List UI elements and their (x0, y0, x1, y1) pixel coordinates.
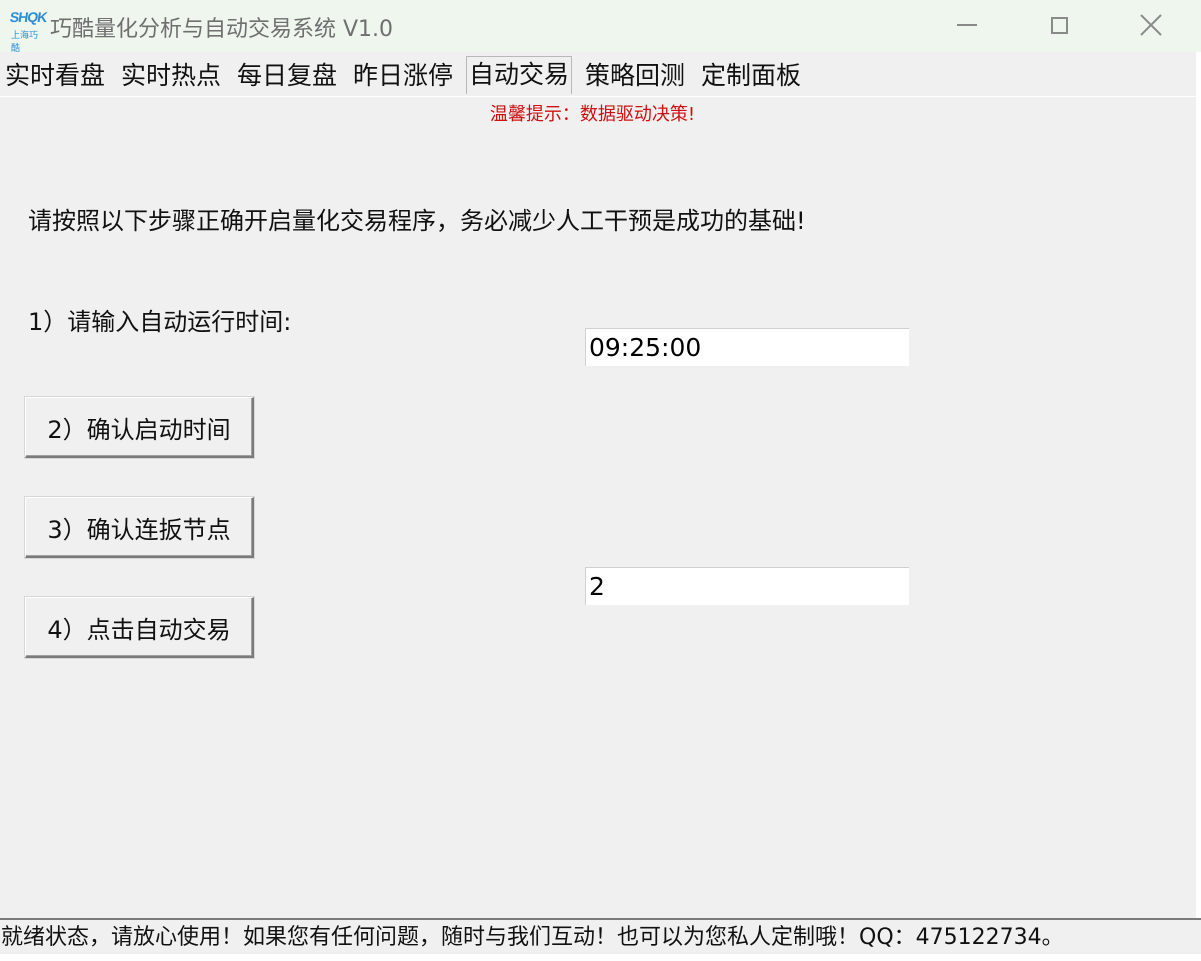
window-title: 巧酷量化分析与自动交易系统 V1.0 (50, 17, 394, 42)
confirm-start-time-button[interactable]: 2）确认启动时间 (25, 397, 254, 458)
title-bar[interactable]: SHQK 上海巧酷 巧酷量化分析与自动交易系统 V1.0 (0, 0, 1201, 53)
tab-daily-review[interactable]: 每日复盘 (235, 58, 339, 94)
tip-text: 温馨提示：数据驱动决策! (489, 104, 696, 125)
close-button[interactable] (1105, 0, 1197, 50)
instruction-text: 请按照以下步骤正确开启量化交易程序，务必减少人工干预是成功的基础! (28, 207, 806, 235)
tab-strategy-backtest[interactable]: 策略回测 (583, 58, 687, 94)
logo-subtext: 上海巧酷 (11, 30, 39, 53)
maximize-icon (1050, 16, 1068, 34)
tab-yesterday-limit-up[interactable]: 昨日涨停 (351, 58, 455, 94)
app-window: SHQK 上海巧酷 巧酷量化分析与自动交易系统 V1.0 实时看盘 实时热点 每… (0, 0, 1201, 961)
tab-bar: 实时看盘 实时热点 每日复盘 昨日涨停 自动交易 策略回测 定制面板 (0, 56, 1201, 97)
tab-auto-trading[interactable]: 自动交易 (466, 56, 573, 94)
node-input[interactable]: 2 (585, 567, 909, 605)
tab-realtime-hotspot[interactable]: 实时热点 (119, 58, 223, 94)
tab-realtime-market[interactable]: 实时看盘 (3, 58, 107, 94)
minimize-button[interactable] (921, 0, 1013, 50)
maximize-button[interactable] (1013, 0, 1105, 50)
run-time-input[interactable]: 09:25:00 (585, 328, 909, 366)
logo-text: SHQK (8, 9, 48, 25)
bottom-strip (0, 954, 1201, 961)
window-edge (1196, 52, 1201, 918)
app-logo: SHQK 上海巧酷 (8, 9, 48, 53)
minimize-icon (957, 24, 977, 26)
tab-custom-panel[interactable]: 定制面板 (699, 58, 803, 94)
step1-label: 1）请输入自动运行时间: (28, 308, 292, 336)
close-icon (1140, 14, 1162, 36)
auto-trade-button[interactable]: 4）点击自动交易 (25, 597, 254, 658)
confirm-node-button[interactable]: 3）确认连扳节点 (25, 497, 254, 558)
status-bar: 就绪状态，请放心使用！如果您有任何问题，随时与我们互动！也可以为您私人定制哦！Q… (0, 918, 1201, 954)
